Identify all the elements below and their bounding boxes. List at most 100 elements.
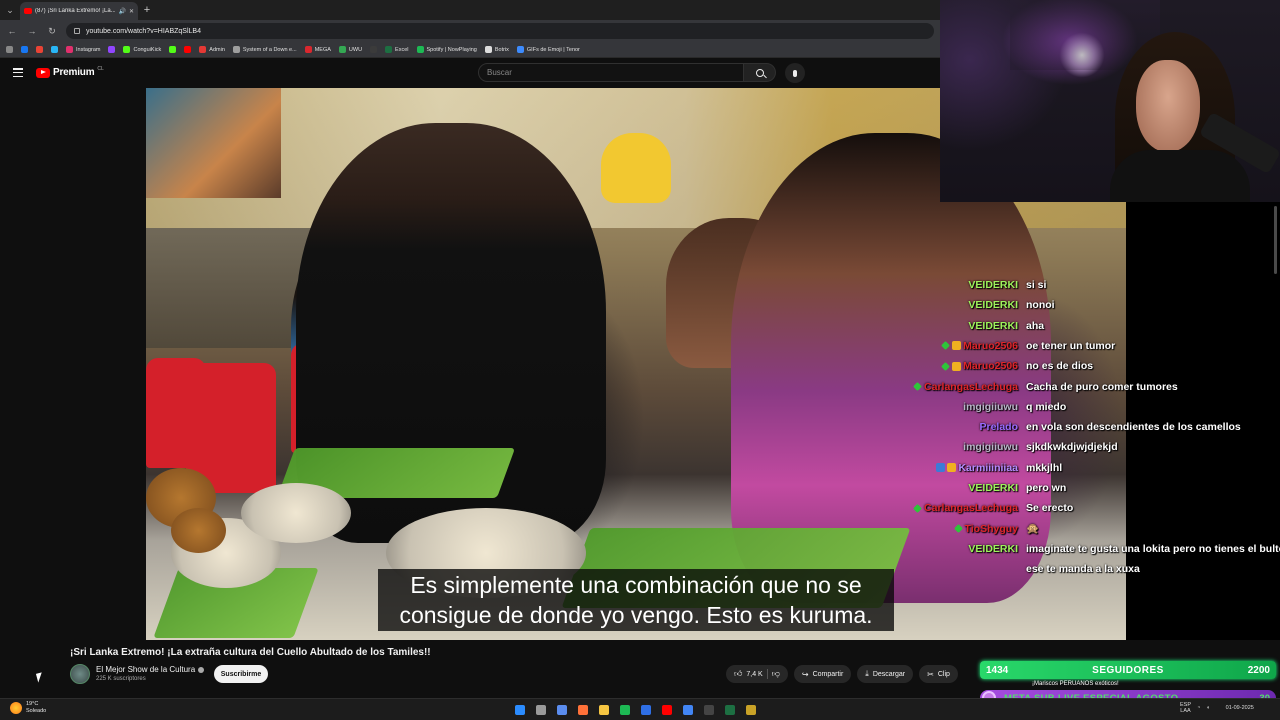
menu-icon[interactable] <box>13 68 23 77</box>
wifi-icon[interactable]: ◔ <box>1197 705 1200 711</box>
chat-message: TioShyguy 🙊 <box>900 520 1039 538</box>
bookmark-item[interactable]: GIFs de Emoji | Tenor <box>516 46 580 53</box>
taskbar-apps <box>512 702 759 718</box>
windows-icon[interactable] <box>512 702 528 718</box>
bookmark-item[interactable]: Botrix <box>484 46 509 53</box>
chat-text: si si <box>1026 279 1047 291</box>
chat-username[interactable]: VEIDERKI <box>968 482 1018 494</box>
spotify-icon[interactable] <box>617 702 633 718</box>
chat-username[interactable]: VEIDERKI <box>968 279 1018 291</box>
bookmark-favicon-icon <box>108 46 116 53</box>
bookmark-item[interactable] <box>51 46 58 53</box>
bookmark-item[interactable]: Spotify | NowPlaying <box>416 46 477 53</box>
chat-username[interactable]: CarlangasLechuga <box>924 381 1018 393</box>
tab-search-icon[interactable]: ⌄ <box>0 0 20 20</box>
chat-username[interactable]: Prelado <box>979 421 1018 433</box>
chat-text: no es de dios <box>1026 360 1094 373</box>
bookmark-item[interactable]: Instagram <box>66 46 100 53</box>
chat-username[interactable]: VEIDERKI <box>968 299 1018 311</box>
like-icon[interactable]: 👍︎ <box>734 669 742 679</box>
chat-username[interactable]: Karmiiiniiaa <box>958 462 1018 474</box>
bookmark-item[interactable] <box>169 46 177 53</box>
language-indicator[interactable]: ESP LAA <box>1180 702 1191 714</box>
site-info-icon[interactable] <box>74 28 80 34</box>
youtube-icon[interactable] <box>659 702 675 718</box>
apps-icon[interactable] <box>6 46 13 53</box>
url-text: youtube.com/watch?v=HIABZqSlLB4 <box>86 27 201 35</box>
bookmark-item[interactable]: Admin <box>199 46 225 53</box>
chat-username[interactable]: imgigiiuwu <box>963 441 1018 453</box>
bookmark-item[interactable]: UWU <box>338 46 362 53</box>
youtube-favicon-icon <box>24 8 32 14</box>
bookmark-favicon-icon <box>516 46 524 53</box>
webcam-streamer-body <box>1110 150 1250 202</box>
speaker-icon[interactable]: 🔊 <box>118 8 125 15</box>
sun-icon <box>10 702 22 714</box>
browser-tab[interactable]: (87) ¡Sri Lanka Extremo! ¡La... 🔊 ✕ <box>20 2 138 20</box>
bookmark-favicon-icon <box>232 46 240 53</box>
subscribe-button[interactable]: Suscribirme <box>214 665 268 683</box>
chat-username[interactable]: TioShyguy <box>965 523 1018 535</box>
chat-message: Maruo2506 oe tener un tumor <box>900 337 1115 355</box>
app2-icon[interactable] <box>743 702 759 718</box>
copilot-icon[interactable] <box>554 702 570 718</box>
voice-search-button[interactable] <box>785 63 805 83</box>
explorer-icon[interactable] <box>596 702 612 718</box>
bookmark-label: Excel <box>395 46 409 53</box>
clip-button[interactable]: ✂ Clip <box>919 665 958 683</box>
like-count[interactable]: 7,4 K <box>746 671 762 678</box>
bookmark-item[interactable] <box>108 46 116 53</box>
chat-username[interactable]: CarlangasLechuga <box>924 502 1018 514</box>
chat-text: pero wn <box>1026 482 1067 494</box>
weather-widget[interactable]: 19°C Soleado <box>10 701 46 715</box>
bookmark-favicon-icon <box>338 46 346 53</box>
forward-icon[interactable]: → <box>26 26 38 36</box>
app-icon[interactable] <box>638 702 654 718</box>
dislike-icon[interactable]: 👎︎ <box>772 669 780 679</box>
youtube-logo[interactable]: Premium CL <box>36 66 104 78</box>
chat-username[interactable]: VEIDERKI <box>968 320 1018 332</box>
video-actions: 👍︎ 7,4 K 👎︎ ↪ Compartir ⤓ Descargar ✂ Cl… <box>726 665 958 683</box>
chat-username[interactable]: VEIDERKI <box>968 543 1018 555</box>
bookmarks-bar: Instagram ConguiKick Admin System of a Down… <box>0 42 940 58</box>
chat-badge-icon <box>953 524 963 534</box>
chat-message: Prelado en vola son descendientes de los … <box>900 418 1240 436</box>
task-view-icon[interactable] <box>533 702 549 718</box>
search-button[interactable] <box>744 63 776 82</box>
bookmark-item[interactable] <box>370 46 378 53</box>
obs-icon[interactable] <box>701 702 717 718</box>
chrome-icon[interactable] <box>680 702 696 718</box>
firefox-icon[interactable] <box>575 702 591 718</box>
scrollbar-thumb[interactable] <box>1274 206 1277 274</box>
search-input[interactable]: Buscar <box>478 63 744 82</box>
chat-badge-icon <box>913 382 923 391</box>
bookmark-item[interactable]: System of a Down e... <box>232 46 297 53</box>
video-vadai <box>171 508 226 553</box>
temperature: 19°C <box>26 701 39 707</box>
bookmark-item[interactable] <box>21 46 28 53</box>
close-tab-icon[interactable]: ✕ <box>129 8 134 15</box>
new-tab-button[interactable]: + <box>138 4 156 16</box>
excel-icon[interactable] <box>722 702 738 718</box>
channel-avatar[interactable] <box>70 664 90 684</box>
bookmark-item[interactable] <box>184 46 192 53</box>
bookmark-item[interactable] <box>36 46 43 53</box>
volume-icon[interactable]: ◖ <box>1206 705 1209 711</box>
chat-username[interactable]: Maruo2506 <box>963 360 1018 372</box>
bookmark-item[interactable]: MEGA <box>304 46 331 53</box>
chat-message: imgigiiuwu sjkdkwkdjwjdjekjd <box>900 438 1117 456</box>
chat-username[interactable]: imgigiiuwu <box>963 401 1018 413</box>
bookmark-item[interactable]: Excel <box>385 46 409 53</box>
bookmark-item[interactable]: ConguiKick <box>123 46 161 53</box>
back-icon[interactable]: ← <box>6 26 18 36</box>
channel-name[interactable]: El Mejor Show de la Cultura <box>96 665 195 674</box>
chat-username[interactable]: Maruo2506 <box>963 340 1018 352</box>
download-button[interactable]: ⤓ Descargar <box>857 665 914 683</box>
url-field[interactable]: youtube.com/watch?v=HIABZqSlLB4 <box>66 23 934 39</box>
share-button[interactable]: ↪ Compartir <box>793 665 852 683</box>
bookmark-label: Admin <box>209 46 225 53</box>
channel-name-row[interactable]: El Mejor Show de la Cultura <box>96 665 205 674</box>
reload-icon[interactable]: ↻ <box>46 26 58 37</box>
chat-text: aha <box>1026 319 1045 332</box>
date[interactable]: 01-09-2025 <box>1226 705 1254 711</box>
